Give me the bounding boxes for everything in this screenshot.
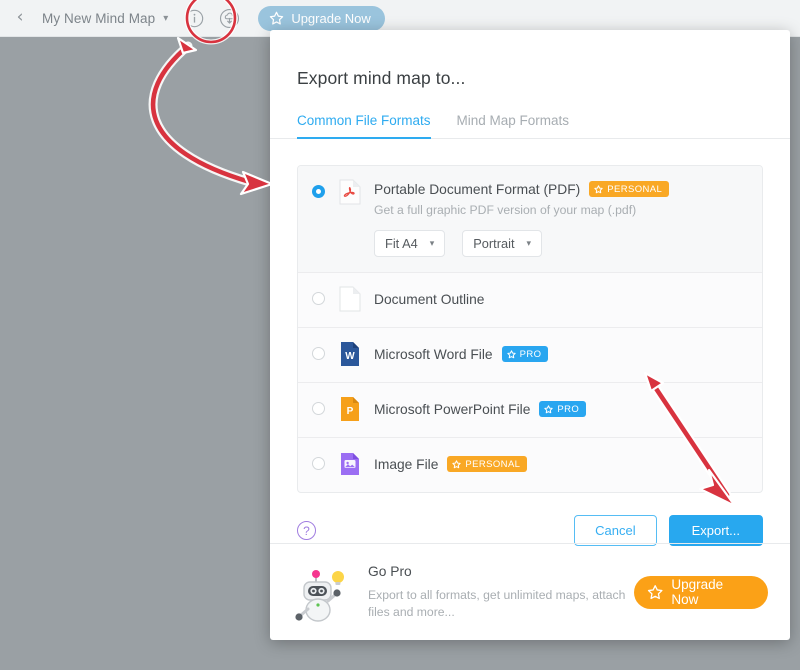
option-row-document-outline[interactable]: Document Outline — [298, 273, 762, 328]
word-file-icon: W — [339, 341, 361, 367]
dialog-title: Export mind map to... — [297, 68, 466, 88]
pdf-settings: Fit A4 ▾ Portrait ▾ — [374, 230, 748, 257]
radio-document-outline[interactable] — [312, 292, 325, 305]
badge-label: PRO — [557, 403, 580, 415]
radio-word[interactable] — [312, 347, 325, 360]
option-body-word: Microsoft Word File PRO — [374, 343, 748, 367]
radio-powerpoint[interactable] — [312, 402, 325, 415]
cancel-button[interactable]: Cancel — [574, 515, 657, 546]
tab-mind-map-formats[interactable]: Mind Map Formats — [457, 113, 570, 139]
radio-image[interactable] — [312, 457, 325, 470]
help-icon[interactable]: ? — [297, 521, 316, 540]
radio-pdf[interactable] — [312, 185, 325, 198]
orientation-select[interactable]: Portrait ▾ — [462, 230, 543, 257]
badge-label: PERSONAL — [607, 183, 663, 195]
dialog-actions: ? Cancel Export... — [297, 515, 763, 546]
star-icon — [270, 11, 284, 25]
robot-mascot-icon — [292, 561, 354, 623]
go-pro-text: Go Pro Export to all formats, get unlimi… — [368, 564, 634, 621]
badge-personal-pdf: PERSONAL — [589, 181, 670, 197]
chevron-down-icon: ▾ — [429, 238, 435, 249]
option-label-word: Microsoft Word File — [374, 346, 493, 362]
badge-pro-powerpoint: PRO — [539, 401, 587, 417]
star-icon — [647, 584, 663, 599]
powerpoint-file-icon: P — [339, 396, 361, 422]
option-description-pdf: Get a full graphic PDF version of your m… — [374, 203, 637, 217]
option-body-image: Image File PERSONAL — [374, 453, 748, 477]
go-pro-title: Go Pro — [368, 563, 412, 579]
badge-personal-image: PERSONAL — [447, 456, 528, 472]
dialog-tabs: Common File Formats Mind Map Formats — [270, 113, 790, 139]
image-file-icon — [339, 451, 361, 477]
star-icon — [594, 184, 603, 193]
go-pro-description: Export to all formats, get unlimited map… — [368, 587, 626, 619]
svg-text:P: P — [347, 406, 354, 417]
chevron-down-icon: ▾ — [526, 238, 532, 249]
app-screenshot: ‹ My New Mind Map ▾ Upgrade Now Export m… — [0, 0, 800, 670]
option-label-powerpoint: Microsoft PowerPoint File — [374, 401, 531, 417]
option-label-pdf: Portable Document Format (PDF) — [374, 181, 581, 197]
star-icon — [544, 404, 554, 413]
option-label-document-outline: Document Outline — [374, 291, 485, 307]
option-row-image[interactable]: Image File PERSONAL — [298, 438, 762, 492]
option-row-powerpoint[interactable]: P Microsoft PowerPoint File PRO — [298, 383, 762, 438]
format-options-list: Portable Document Format (PDF) PERSONAL … — [297, 165, 763, 493]
back-chevron-icon[interactable]: ‹ — [12, 9, 28, 26]
blank-document-icon — [339, 286, 361, 312]
option-row-word[interactable]: W Microsoft Word File PRO — [298, 328, 762, 383]
svg-text:W: W — [345, 351, 355, 362]
star-icon — [506, 349, 516, 358]
option-body-pdf: Portable Document Format (PDF) PERSONAL … — [374, 181, 748, 257]
badge-pro-word: PRO — [501, 346, 549, 362]
export-dialog: Export mind map to... Common File Format… — [270, 30, 790, 640]
toolbar-upgrade-label: Upgrade Now — [291, 10, 371, 26]
toolbar-upgrade-now-button[interactable]: Upgrade Now — [258, 5, 385, 31]
export-button[interactable]: Export... — [668, 515, 763, 546]
badge-label: PRO — [519, 348, 542, 360]
option-body-document-outline: Document Outline — [374, 288, 748, 312]
go-pro-footer: Go Pro Export to all formats, get unlimi… — [270, 543, 790, 640]
option-row-pdf[interactable]: Portable Document Format (PDF) PERSONAL … — [298, 166, 762, 273]
dialog-action-buttons: Cancel Export... — [574, 515, 763, 546]
download-cloud-icon[interactable] — [219, 8, 240, 29]
mind-map-title[interactable]: My New Mind Map — [42, 11, 155, 26]
star-icon — [452, 459, 462, 468]
upgrade-now-button[interactable]: Upgrade Now — [633, 575, 768, 609]
orientation-value: Portrait — [473, 236, 515, 251]
info-icon[interactable] — [184, 8, 205, 29]
page-size-value: Fit A4 — [385, 236, 418, 251]
option-body-powerpoint: Microsoft PowerPoint File PRO — [374, 398, 748, 422]
page-size-select[interactable]: Fit A4 ▾ — [374, 230, 446, 257]
option-label-image: Image File — [374, 456, 439, 472]
download-button-wrapper[interactable] — [219, 8, 240, 29]
upgrade-now-label: Upgrade Now — [671, 577, 724, 607]
badge-label: PERSONAL — [465, 458, 521, 470]
chevron-down-icon[interactable]: ▾ — [163, 13, 168, 24]
tab-common-file-formats[interactable]: Common File Formats — [297, 113, 431, 139]
pdf-file-icon — [339, 179, 361, 205]
